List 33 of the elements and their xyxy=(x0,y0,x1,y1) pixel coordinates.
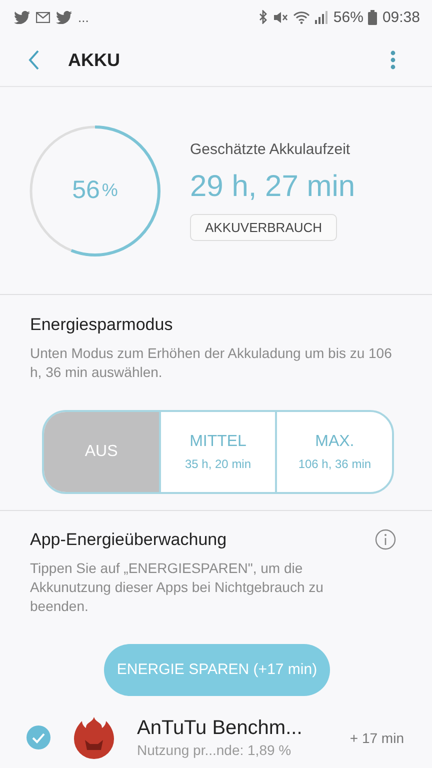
back-icon xyxy=(28,50,40,70)
app-name: AnTuTu Benchm... xyxy=(137,717,304,740)
info-icon[interactable] xyxy=(375,529,396,550)
battery-percent: 56 xyxy=(72,176,100,205)
mode-option[interactable]: MAX. 106 h, 36 min xyxy=(275,412,392,492)
bird-icon xyxy=(14,10,30,24)
save-energy-button[interactable]: ENERGIE SPAREN (+17 min) xyxy=(104,644,330,696)
signal-icon xyxy=(315,10,328,24)
percent-sign: % xyxy=(102,180,118,201)
checkbox[interactable] xyxy=(26,725,51,750)
estimated-time: 29 h, 27 min xyxy=(190,170,356,204)
battery-usage-button[interactable]: AKKUVERBRAUCH xyxy=(190,214,338,240)
section-title: App-Energieüberwachung xyxy=(30,530,227,550)
bird-icon xyxy=(56,10,72,24)
mail-icon xyxy=(36,12,50,22)
app-usage: Nutzung pr...nde: 1,89 % xyxy=(137,742,292,758)
more-options-icon xyxy=(390,50,396,70)
mode-option[interactable]: MITTEL 35 h, 20 min xyxy=(158,412,276,492)
wifi-icon xyxy=(293,10,310,24)
battery-percentage: 56% xyxy=(333,8,364,26)
section-title: Energiesparmodus xyxy=(30,315,174,335)
flame-app-icon xyxy=(73,716,115,760)
time-gain: + 17 min xyxy=(350,730,404,746)
estimate-label: Geschätzte Akkulaufzeit xyxy=(190,140,352,158)
mute-icon xyxy=(273,10,288,24)
clock: 09:38 xyxy=(382,8,420,26)
page-title: AKKU xyxy=(68,50,121,70)
bluetooth-icon xyxy=(259,10,268,24)
mode-option[interactable]: AUS xyxy=(44,412,159,492)
notification-overflow: ... xyxy=(78,10,89,24)
section-description: Tippen Sie auf „ENERGIESPAREN", um die Akkunutzung dieser Apps bei Nichtgebrauch zu beenden. xyxy=(30,559,324,616)
battery-icon xyxy=(368,10,378,24)
section-description: Unten Modus zum Erhöhen der Akkuladung um bis zu 106 h, 36 min auswählen. xyxy=(30,344,393,382)
